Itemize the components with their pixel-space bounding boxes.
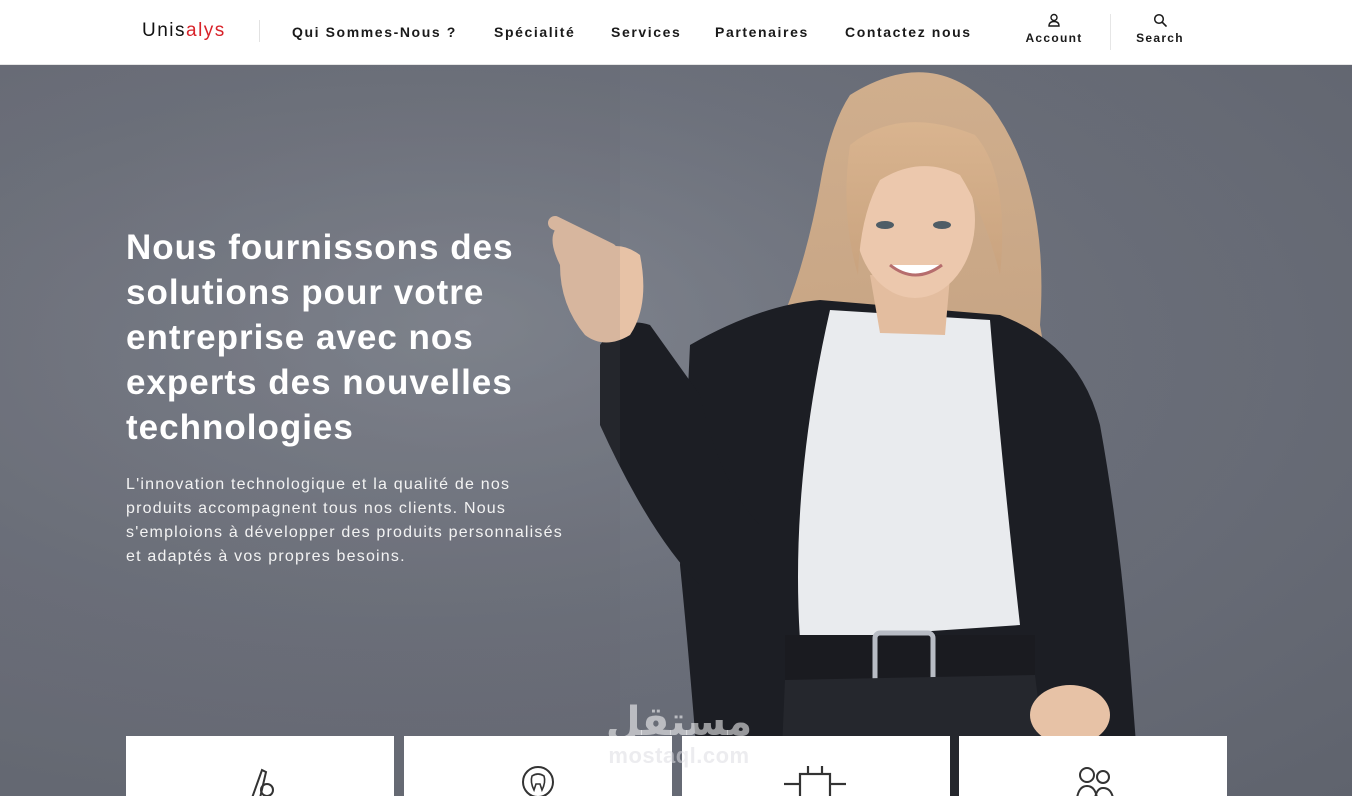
account-label: Account: [1025, 31, 1083, 45]
site-header: Unisalys Qui Sommes-Nous ? Spécialité Se…: [0, 0, 1352, 65]
hero-section: Nous fournissons des solutions pour votr…: [0, 65, 1352, 796]
tool-icon: [251, 768, 274, 796]
service-card-3[interactable]: [682, 736, 950, 796]
nav-item-partenaires[interactable]: Partenaires: [715, 24, 809, 40]
logo-divider: [259, 20, 260, 42]
nav-item-contact[interactable]: Contactez nous: [845, 24, 972, 40]
tools-divider: [1110, 14, 1111, 50]
tooth-icon: [522, 766, 554, 796]
hero-paragraph: L'innovation technologique et la qualité…: [126, 476, 563, 565]
search-button[interactable]: Search: [1120, 13, 1200, 45]
nav-item-services[interactable]: Services: [611, 24, 681, 40]
chip-icon: [784, 766, 846, 796]
service-card-2[interactable]: [404, 736, 672, 796]
brand-logo[interactable]: Unisalys: [142, 20, 226, 42]
hero-title: Nous fournissons des solutions pour votr…: [126, 228, 514, 447]
brand-name-part2: alys: [186, 20, 226, 41]
brand-name-part1: Unis: [142, 20, 187, 41]
user-icon: [1048, 13, 1060, 27]
nav-item-about[interactable]: Qui Sommes-Nous ?: [292, 24, 457, 40]
account-button[interactable]: Account: [1014, 13, 1094, 45]
people-icon: [1076, 767, 1114, 796]
nav-item-specialite[interactable]: Spécialité: [494, 24, 575, 40]
service-card-4[interactable]: [959, 736, 1227, 796]
search-label: Search: [1136, 31, 1184, 45]
service-card-1[interactable]: [126, 736, 394, 796]
search-icon: [1153, 13, 1167, 27]
